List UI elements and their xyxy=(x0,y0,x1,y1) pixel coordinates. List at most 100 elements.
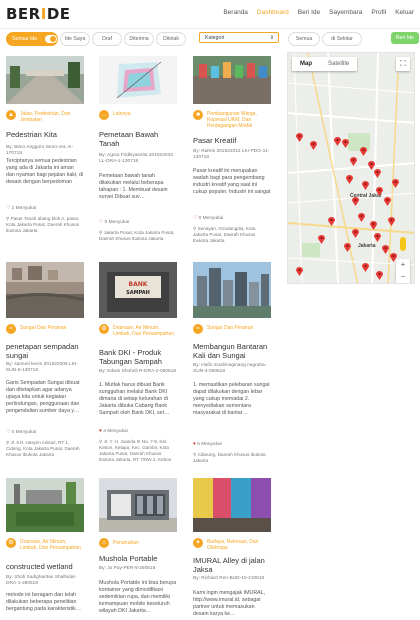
idea-title[interactable]: Pemetaan Bawah Tanah xyxy=(99,130,177,148)
fullscreen-icon[interactable]: ⛶ xyxy=(396,57,410,71)
idea-title[interactable]: Membangun Bantaran Kali dan Sungai xyxy=(193,342,271,360)
map-pin-icon[interactable] xyxy=(328,213,335,226)
idea-author: By: Bimo Anggoro Seno-JAL-K-170718 xyxy=(6,145,74,156)
map-pin-icon[interactable] xyxy=(392,175,399,188)
map-pin-icon: ⚲ xyxy=(193,452,197,457)
idea-title[interactable]: Pasar Kreatif xyxy=(193,136,271,145)
filter-my-ideas-button[interactable]: Ide Saya xyxy=(60,32,90,46)
category-select[interactable]: Kategori ⇕ xyxy=(199,32,279,43)
map-pin-icon[interactable] xyxy=(388,213,395,226)
idea-card[interactable]: ⌂ Perumahan Mushola Portable By: Jo Pay-… xyxy=(99,478,177,620)
idea-description: 1. memastikan pelebaran sungai dapat dil… xyxy=(193,382,270,416)
map-pin-icon[interactable] xyxy=(376,267,383,280)
map-pin-icon[interactable] xyxy=(374,229,381,242)
idea-image xyxy=(99,478,177,532)
nav-link-beri-ide[interactable]: Beri Ide xyxy=(298,9,320,16)
filter-bar: Semua Ide Ide Saya Draf Diterima Ditolak… xyxy=(6,32,419,46)
idea-author: By: Richard Ren-BUD-10-210518 xyxy=(193,576,265,581)
heart-outline-icon[interactable]: ♡ xyxy=(6,430,10,435)
idea-image xyxy=(6,262,84,318)
map-pin-icon[interactable] xyxy=(344,239,351,252)
idea-title[interactable]: constructed wetland xyxy=(6,562,84,571)
map-pin-icon: ⚲ xyxy=(6,440,10,445)
nav-link-beranda[interactable]: Beranda xyxy=(223,9,248,16)
map-pin-icon[interactable] xyxy=(352,225,359,238)
idea-author: By: Jo Pay-PER-5-250518 xyxy=(99,566,156,571)
pegman-icon[interactable] xyxy=(400,237,406,251)
map-pin-icon[interactable] xyxy=(358,209,365,222)
idea-card[interactable]: ▲ Jalan, Pedestrian, Dan Jembatan Pedest… xyxy=(6,56,84,246)
svg-text:SAMPAH: SAMPAH xyxy=(126,290,150,296)
map-pin-icon[interactable] xyxy=(360,143,367,156)
heart-filled-icon[interactable]: ♥ xyxy=(99,429,102,434)
scope-nearby-button[interactable]: di Sekitar xyxy=(322,32,362,46)
give-idea-button[interactable]: Beri Ide xyxy=(391,32,419,44)
map-pin-icon[interactable] xyxy=(296,129,303,142)
idea-title[interactable]: penetapan sempadan sungai xyxy=(6,342,84,360)
heart-outline-icon[interactable]: ♡ xyxy=(193,216,197,221)
idea-card[interactable]: … Lainnya Pemetaan Bawah Tanah By: Agnia… xyxy=(99,56,177,246)
map-pin-icon[interactable] xyxy=(374,165,381,178)
map-pin-icon[interactable] xyxy=(350,153,357,166)
map-pin-icon[interactable] xyxy=(352,193,359,206)
map-pin-icon[interactable] xyxy=(362,177,369,190)
idea-card[interactable]: ✦ Budaya, Rekreasi, Dan Olahraga IMURAL … xyxy=(193,478,271,620)
idea-category: ♻ Drainase, Air Minum, Limbah, Dan Persa… xyxy=(6,538,84,562)
nav-link-keluar[interactable]: Keluar xyxy=(395,9,414,16)
idea-card[interactable]: BANK SAMPAH ♻ Drainase, Air Minum, Limba… xyxy=(99,262,177,472)
home-icon: ⌂ xyxy=(99,538,109,548)
map-pin-icon[interactable] xyxy=(382,241,389,254)
idea-author: By: Rahmi 201522012 LKI-PDG-11-130718 xyxy=(193,149,270,160)
scope-all-button[interactable]: Semua xyxy=(288,32,320,46)
heart-outline-icon[interactable]: ♡ xyxy=(6,206,10,211)
idea-image xyxy=(99,56,177,104)
toggle-switch[interactable] xyxy=(45,35,57,43)
like-count: ♡ 2 Menyukai xyxy=(6,206,37,211)
satellite-tab[interactable]: Satellite xyxy=(320,57,357,71)
map-pin-icon[interactable] xyxy=(296,263,303,276)
idea-title[interactable]: IMURAL Alley di jalan Jaksa xyxy=(193,556,271,574)
idea-description: Terciptanya semua pedestrian yang ada di… xyxy=(6,158,84,185)
like-count: ♡ 0 Menyukai xyxy=(99,220,130,225)
idea-card[interactable]: ≈ Sungai Dan Perairan penetapan sempadan… xyxy=(6,262,84,472)
map-pin-icon[interactable] xyxy=(346,171,353,184)
like-count: ♡ 0 Menyukai xyxy=(6,430,37,435)
zoom-in-button[interactable]: + xyxy=(396,259,410,271)
idea-description: Pasar kreatif ini merupakan wadah bagi p… xyxy=(193,168,271,195)
nav-link-sayembara[interactable]: Sayembara xyxy=(329,9,362,16)
heart-outline-icon[interactable]: ♡ xyxy=(99,220,103,225)
idea-title[interactable]: Bank DKI - Produk Tabungan Sampah xyxy=(99,348,177,366)
ideas-map[interactable]: Central Jakar Jakarta Map Satellite ⛶ + … xyxy=(287,52,415,284)
idea-card[interactable]: ■ Pembangunan Warga, Koperasi UKM, Dan P… xyxy=(193,56,271,246)
map-pin-icon[interactable] xyxy=(390,249,397,262)
map-pin-icon[interactable] xyxy=(370,217,377,230)
nav-link-profil[interactable]: Profil xyxy=(371,9,386,16)
idea-card[interactable]: ≈ Sungai Dan Perairan Membangun Bantaran… xyxy=(193,262,271,472)
filter-all-ideas-button[interactable]: Semua Ide xyxy=(6,32,58,46)
map-pin-icon[interactable] xyxy=(384,193,391,206)
idea-card[interactable]: ♻ Drainase, Air Minum, Limbah, Dan Persa… xyxy=(6,478,84,620)
map-pin-icon: ⚲ xyxy=(6,216,10,221)
idea-title[interactable]: Pedestrian Kita xyxy=(6,130,84,139)
map-pin-icon[interactable] xyxy=(334,133,341,146)
brand-logo[interactable]: BERIDE xyxy=(6,5,71,23)
zoom-out-button[interactable]: − xyxy=(396,271,410,283)
filter-accepted-button[interactable]: Diterima xyxy=(124,32,154,46)
nav-links: Beranda Dashboard Beri Ide Sayembara Pro… xyxy=(223,9,414,16)
idea-title[interactable]: Mushola Portable xyxy=(99,554,177,563)
like-count: ♡ 0 Menyukai xyxy=(193,216,224,221)
road-icon: ▲ xyxy=(6,110,16,120)
map-pin-icon[interactable] xyxy=(362,259,369,272)
filter-rejected-button[interactable]: Ditolak xyxy=(156,32,186,46)
nav-link-dashboard[interactable]: Dashboard xyxy=(257,9,289,16)
water-icon: ≈ xyxy=(193,324,203,334)
heart-filled-icon[interactable]: ♥ xyxy=(193,442,196,447)
map-pin-icon[interactable] xyxy=(376,183,383,196)
map-pin-icon[interactable] xyxy=(310,137,317,150)
idea-author: By: Agnia Fridkiyasnita 201522033 LL-ORA… xyxy=(99,153,173,164)
map-pin-icon[interactable] xyxy=(342,135,349,148)
filter-draft-button[interactable]: Draf xyxy=(92,32,122,46)
map-pin-icon[interactable] xyxy=(318,231,325,244)
top-navbar: BERIDE Beranda Dashboard Beri Ide Sayemb… xyxy=(0,0,420,29)
map-tab[interactable]: Map xyxy=(292,57,320,71)
